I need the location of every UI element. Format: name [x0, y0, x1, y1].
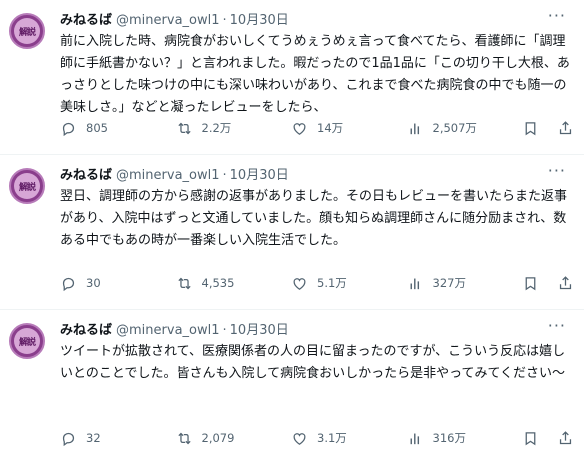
separator-dot: · — [222, 168, 227, 183]
tweet-text: 翌日、調理師の方から感謝の返事がありました。その日もレビューを書いたらまた返事が… — [60, 189, 568, 248]
views-button[interactable]: 316万 — [407, 430, 523, 447]
tweet[interactable]: 解説 みねるば @minerva_owl1 · 10月30日 ··· ツイートが… — [0, 310, 584, 465]
tweet-actions: 32 2,079 3.1万 316万 — [60, 427, 574, 449]
reply-count: 30 — [86, 276, 101, 290]
author-name[interactable]: みねるば — [60, 319, 112, 338]
view-count: 316万 — [432, 431, 466, 445]
tweet-date[interactable]: 10月30日 — [230, 164, 289, 183]
avatar[interactable]: 解説 — [9, 323, 45, 359]
avatar[interactable]: 解説 — [9, 168, 45, 204]
like-button[interactable]: 3.1万 — [291, 430, 407, 447]
tweet-header: みねるば @minerva_owl1 · 10月30日 — [60, 319, 289, 338]
like-button[interactable]: 5.1万 — [291, 275, 407, 292]
like-count: 3.1万 — [317, 431, 347, 445]
avatar-label: 解説 — [18, 337, 36, 348]
like-count: 14万 — [317, 121, 344, 135]
repost-count: 4,535 — [201, 276, 235, 290]
tweet-date[interactable]: 10月30日 — [230, 9, 289, 28]
repost-icon — [177, 122, 191, 134]
author-handle[interactable]: @minerva_owl1 — [116, 323, 220, 338]
tweet-header: みねるば @minerva_owl1 · 10月30日 — [60, 9, 289, 28]
like-button[interactable]: 14万 — [291, 120, 407, 137]
separator-dot: · — [222, 13, 227, 28]
heart-icon — [293, 432, 306, 445]
tweet-date[interactable]: 10月30日 — [230, 319, 289, 338]
like-count: 5.1万 — [317, 276, 347, 290]
share-icon[interactable] — [557, 275, 574, 292]
view-count: 2,507万 — [432, 121, 477, 135]
heart-icon — [293, 277, 306, 290]
bookmark-icon[interactable] — [522, 120, 539, 137]
author-name[interactable]: みねるば — [60, 164, 112, 183]
reply-icon — [62, 122, 75, 136]
reply-button[interactable]: 805 — [60, 120, 176, 137]
tweet-actions: 805 2.2万 14万 2,507万 — [60, 117, 574, 139]
views-button[interactable]: 2,507万 — [407, 120, 523, 137]
more-options-icon[interactable]: ··· — [548, 316, 566, 335]
view-count: 327万 — [432, 276, 466, 290]
share-icon[interactable] — [557, 430, 574, 447]
repost-count: 2.2万 — [201, 121, 232, 135]
reply-icon — [62, 277, 75, 291]
tweet-text: ツイートが拡散されて、医療関係者の人の目に留まったのですが、こういう反応は嬉しい… — [60, 344, 566, 381]
repost-button[interactable]: 2,079 — [176, 430, 292, 447]
views-icon — [410, 278, 419, 289]
views-icon — [410, 433, 419, 444]
reply-button[interactable]: 30 — [60, 275, 176, 292]
more-options-icon[interactable]: ··· — [548, 161, 566, 180]
separator-dot: · — [222, 323, 227, 338]
author-handle[interactable]: @minerva_owl1 — [116, 13, 220, 28]
share-icon[interactable] — [557, 120, 574, 137]
heart-icon — [293, 122, 306, 135]
bookmark-icon[interactable] — [522, 430, 539, 447]
repost-icon — [177, 277, 191, 289]
repost-button[interactable]: 2.2万 — [176, 120, 292, 137]
avatar-label: 解説 — [18, 182, 36, 193]
tweet-actions: 30 4,535 5.1万 327万 — [60, 272, 574, 294]
reply-count: 805 — [86, 121, 108, 135]
tweet[interactable]: 解説 みねるば @minerva_owl1 · 10月30日 ··· 翌日、調理… — [0, 155, 584, 310]
tweet-header: みねるば @minerva_owl1 · 10月30日 — [60, 164, 289, 183]
tweet-thread: 解説 みねるば @minerva_owl1 · 10月30日 ··· 前に入院し… — [0, 0, 584, 465]
reply-button[interactable]: 32 — [60, 430, 176, 447]
reply-count: 32 — [86, 431, 101, 445]
author-handle[interactable]: @minerva_owl1 — [116, 168, 220, 183]
tweet[interactable]: 解説 みねるば @minerva_owl1 · 10月30日 ··· 前に入院し… — [0, 0, 584, 155]
views-button[interactable]: 327万 — [407, 275, 523, 292]
more-options-icon[interactable]: ··· — [548, 6, 566, 25]
avatar-label: 解説 — [18, 27, 36, 38]
tweet-text: 前に入院した時、病院食がおいしくてうめぇうめぇ言って食べてたら、看護師に「調理師… — [60, 34, 570, 115]
repost-button[interactable]: 4,535 — [176, 275, 292, 292]
bookmark-icon[interactable] — [522, 275, 539, 292]
reply-icon — [62, 432, 75, 446]
views-icon — [410, 123, 419, 134]
author-name[interactable]: みねるば — [60, 9, 112, 28]
repost-icon — [177, 432, 191, 444]
repost-count: 2,079 — [201, 431, 235, 445]
avatar[interactable]: 解説 — [9, 13, 45, 49]
